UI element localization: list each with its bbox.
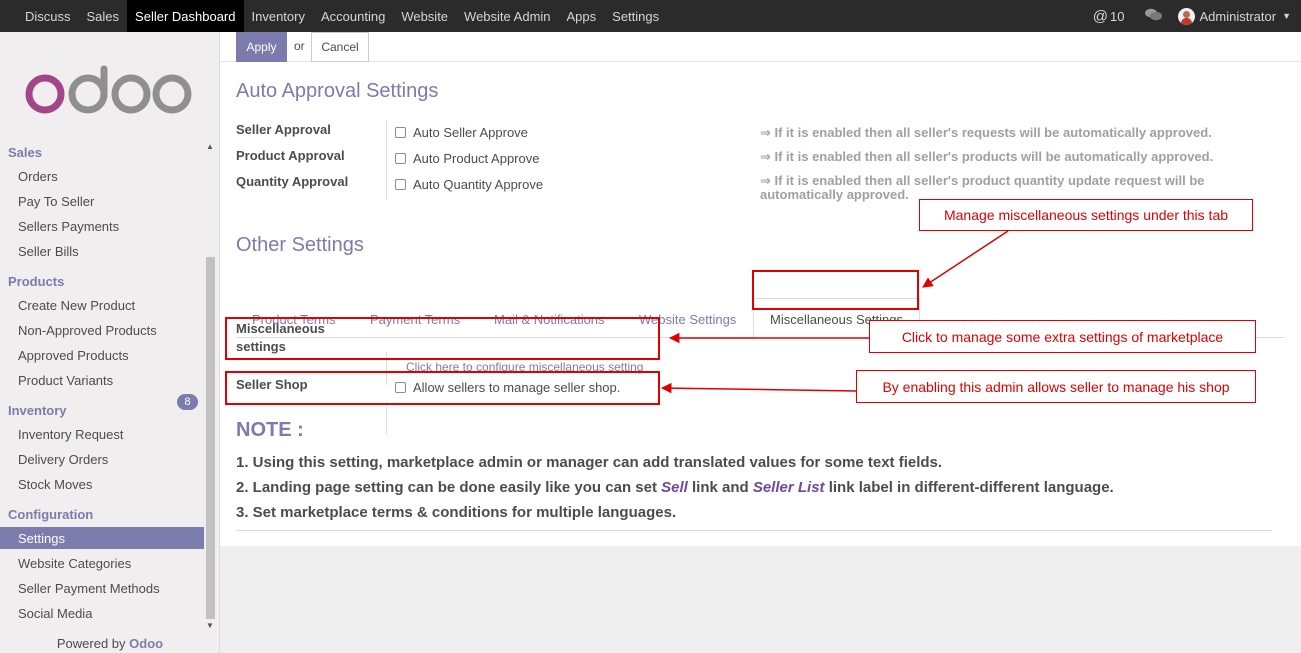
sidebar-item-stock-moves[interactable]: Stock Moves [18,477,92,492]
menu-discuss[interactable]: Discuss [17,0,79,32]
note-line-2-b: link and [687,479,753,496]
sidebar-item-non-approved-products[interactable]: Non-Approved Products [18,323,157,338]
sidebar-section-configuration: Configuration [8,507,94,522]
menu-seller-dashboard[interactable]: Seller Dashboard [127,0,244,32]
seller-approval-hint: ⇒ If it is enabled then all seller's req… [760,125,1212,140]
menu-settings[interactable]: Settings [604,0,667,32]
caret-down-icon: ▼ [1282,11,1291,21]
auto-seller-approve-checkbox[interactable]: Auto Seller Approve [395,125,528,140]
sidebar: Sales Orders Pay To Seller Sellers Payme… [0,32,220,653]
note-line-1: 1. Using this setting, marketplace admin… [236,454,943,471]
apply-button[interactable]: Apply [236,32,287,62]
chat-bubbles-icon [1144,8,1162,21]
auto-product-approve-label: Auto Product Approve [413,151,540,166]
sidebar-item-delivery-orders[interactable]: Delivery Orders [18,452,108,467]
seller-approval-label: Seller Approval [236,122,331,137]
auto-product-approve-checkbox[interactable]: Auto Product Approve [395,151,539,166]
menu-website[interactable]: Website [393,0,456,32]
sidebar-item-seller-bills[interactable]: Seller Bills [18,244,79,259]
sidebar-item-product-variants[interactable]: Product Variants [18,373,113,388]
sidebar-item-approved-products[interactable]: Approved Products [18,348,129,363]
sidebar-item-create-new-product[interactable]: Create New Product [18,298,135,313]
note-title: NOTE : [236,419,304,441]
note-divider [236,530,1272,531]
note-line-2: 2. Landing page setting can be done easi… [236,479,1114,496]
menu-website-admin[interactable]: Website Admin [456,0,558,32]
product-approval-hint: ⇒ If it is enabled then all seller's pro… [760,149,1214,164]
or-label: or [294,39,305,53]
annotation-tab-callout: Manage miscellaneous settings under this… [919,199,1253,231]
annotation-highlight-misc [225,317,660,360]
sidebar-item-settings-label: Settings [18,531,65,546]
note-sell-term: Sell [661,479,688,496]
checkbox-box[interactable] [395,127,406,138]
sidebar-section-inventory: Inventory [8,403,67,418]
menu-inventory[interactable]: Inventory [244,0,313,32]
scroll-down-arrow-icon[interactable]: ▼ [206,621,214,630]
checkbox-box[interactable] [395,179,406,190]
top-navbar: Discuss Sales Seller Dashboard Inventory… [0,0,1301,32]
auto-approval-title: Auto Approval Settings [236,80,439,102]
annotation-misc-callout: Click to manage some extra settings of m… [869,320,1256,353]
sidebar-scrollbar[interactable]: ▲ ▼ [204,140,217,632]
auto-quantity-approve-label: Auto Quantity Approve [413,177,544,192]
menu-accounting[interactable]: Accounting [313,0,393,32]
odoo-logo [25,65,192,114]
top-menu: Discuss Sales Seller Dashboard Inventory… [17,0,667,32]
top-right-area: @ 10 Administrator ▼ [1093,0,1301,32]
cancel-button[interactable]: Cancel [311,32,369,62]
user-name: Administrator [1199,8,1277,24]
product-approval-label: Product Approval [236,148,345,163]
menu-sales[interactable]: Sales [79,0,128,32]
messages-count: 10 [1110,8,1125,24]
annotation-highlight-tab [752,270,919,310]
scrollbar-thumb[interactable] [206,257,215,619]
field-divider [386,406,387,434]
control-bar: Apply or Cancel [220,32,1301,62]
avatar [1177,7,1195,25]
messages-button[interactable]: @ 10 [1093,8,1125,25]
powered-by: Powered by Odoo [0,636,220,651]
checkbox-box[interactable] [395,153,406,164]
sidebar-item-website-categories[interactable]: Website Categories [18,556,131,571]
sidebar-item-pay-to-seller[interactable]: Pay To Seller [18,194,94,209]
note-seller-list-term: Seller List [752,479,825,496]
at-icon: @ [1092,7,1109,25]
annotation-shop-callout: By enabling this admin allows seller to … [856,370,1256,403]
quantity-approval-hint-line1: ⇒ If it is enabled then all seller's pro… [760,173,1205,188]
inventory-request-count-badge: 8 [177,394,198,410]
sidebar-item-social-media[interactable]: Social Media [18,606,92,621]
sidebar-item-sellers-payments[interactable]: Sellers Payments [18,219,119,234]
annotation-highlight-shop [225,371,660,405]
field-divider [386,120,387,200]
sidebar-section-sales: Sales [8,145,42,160]
powered-by-prefix: Powered by [56,636,126,651]
sidebar-item-inventory-request[interactable]: Inventory Request [18,427,124,442]
sidebar-section-products: Products [8,274,65,289]
sidebar-item-orders[interactable]: Orders [18,169,58,184]
quantity-approval-hint: ⇒ If it is enabled then all seller's pro… [760,174,1205,202]
user-menu[interactable]: Administrator ▼ [1177,7,1291,25]
other-settings-title: Other Settings [236,234,364,256]
quantity-approval-label: Quantity Approval [236,174,349,189]
sidebar-item-settings[interactable]: Settings [0,527,204,549]
note-line-2-a: 2. Landing page setting can be done easi… [236,479,662,496]
auto-seller-approve-label: Auto Seller Approve [413,125,528,140]
powered-by-brand[interactable]: Odoo [129,636,163,651]
note-line-2-c: link label in different-different langua… [824,479,1114,496]
auto-quantity-approve-checkbox[interactable]: Auto Quantity Approve [395,177,543,192]
chat-button[interactable] [1144,8,1162,24]
note-line-3: 3. Set marketplace terms & conditions fo… [236,504,677,521]
menu-apps[interactable]: Apps [559,0,605,32]
scroll-up-arrow-icon[interactable]: ▲ [206,142,214,151]
sidebar-item-seller-payment-methods[interactable]: Seller Payment Methods [18,581,160,596]
